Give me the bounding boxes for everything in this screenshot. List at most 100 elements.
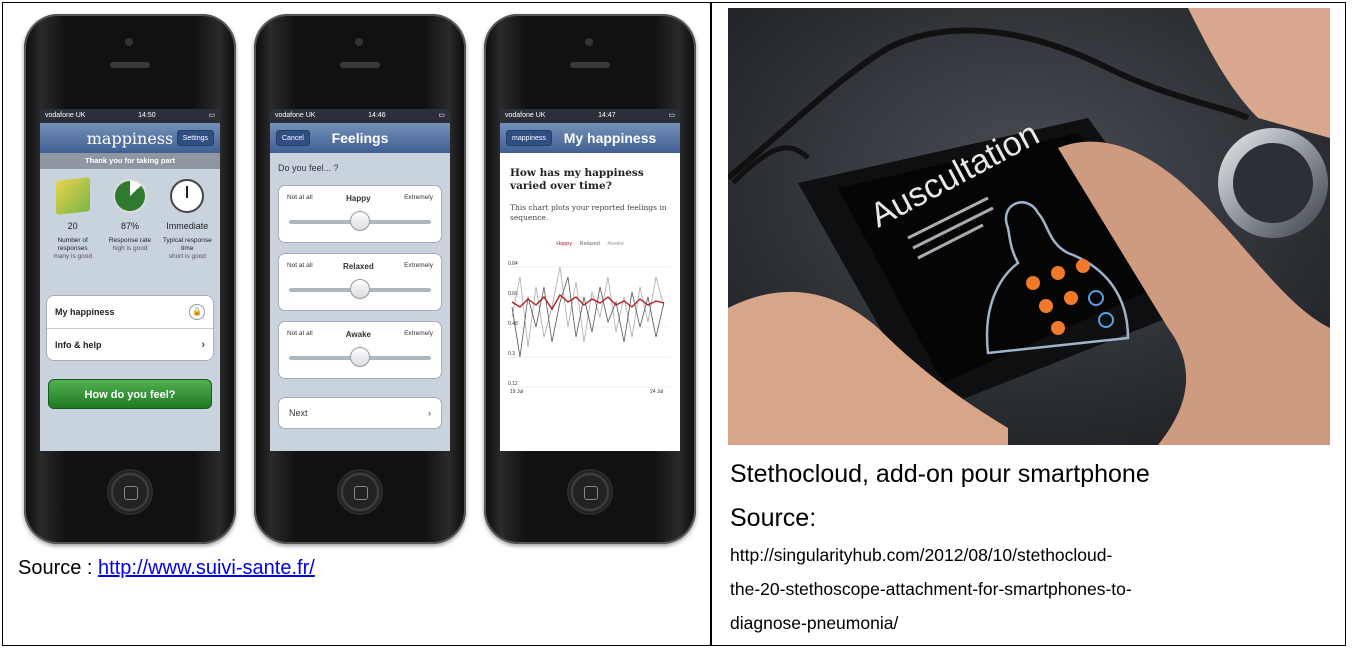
slider-relaxed: Not at all Relaxed Extremely [278,253,442,311]
stat-label: Number of responses [57,237,88,252]
nav-bar: mappiness Settings [40,123,220,153]
phone-mappiness-home: vodafone UK 14:50 ▭ mappiness Settings T… [24,14,236,544]
y-tick: 0.84 [508,261,518,267]
stat-label: Response rate [108,237,152,244]
nav-bar: Cancel Feelings [270,123,450,153]
source-link[interactable]: http://www.suivi-sante.fr/ [98,557,315,579]
stethocloud-photo: Auscultation [728,8,1330,445]
menu-item-my-happiness[interactable]: My happiness 🔒 [47,296,213,328]
status-bar: vodafone UK 14:46 ▭ [270,109,450,123]
home-button [567,469,613,515]
screen-title: My happiness [563,130,657,146]
stat-value: 20 [67,221,78,231]
slider-awake: Not at all Awake Extremely [278,321,442,379]
speaker [340,62,380,68]
slider-happy: Not at all Happy Extremely [278,185,442,243]
status-bar: vodafone UK 14:50 ▭ [40,109,220,123]
status-carrier: vodafone UK [275,112,316,119]
camera [585,38,593,46]
mappiness-phones-photo: vodafone UK 14:50 ▭ mappiness Settings T… [18,8,698,548]
phone-screen: vodafone UK 14:46 ▭ Cancel Feelings Do y… [270,109,450,451]
camera [355,38,363,46]
happiness-chart: 0.84 0.66 0.48 0.3 0.12 19 Jul 24 Jul [508,261,670,395]
menu-item-label: My happiness [55,307,115,317]
phone-screen: vodafone UK 14:47 ▭ mappiness My happine… [500,109,680,451]
caption-title: Stethocloud, add-on pour smartphone [730,460,1150,488]
slider-knob[interactable] [350,211,370,231]
caption-source-label: Source: [730,504,817,532]
source-url-line: diagnose-pneumonia/ [730,613,899,633]
phone-screen: vodafone UK 14:50 ▭ mappiness Settings T… [40,109,220,451]
status-carrier: vodafone UK [505,112,546,119]
battery-icon: ▭ [668,112,675,119]
series-awake [511,266,665,348]
slider-max-label: Extremely [404,194,433,201]
stat-value: 87% [120,221,139,231]
cancel-button[interactable]: Cancel [276,130,310,146]
status-carrier: vodafone UK [45,112,86,119]
status-time: 14:50 [138,112,156,119]
speaker [570,62,610,68]
battery-icon: ▭ [208,112,215,119]
slider-knob[interactable] [350,347,370,367]
back-button[interactable]: mappiness [506,130,552,146]
clock-icon [170,179,205,213]
phone-feelings: vodafone UK 14:46 ▭ Cancel Feelings Do y… [254,14,466,544]
slider-max-label: Extremely [404,330,433,337]
settings-button[interactable]: Settings [176,130,214,146]
how-do-you-feel-button[interactable]: How do you feel? [48,379,212,409]
slider-min-label: Not at all [287,330,313,337]
camera [125,38,133,46]
nav-bar: mappiness My happiness [500,123,680,153]
slider-min-label: Not at all [287,194,313,201]
app-title: mappiness [86,128,174,148]
next-label: Next [289,408,308,418]
cell-divider [710,3,712,645]
stat-label: Typical response time [162,237,212,252]
battery-icon: ▭ [438,112,445,119]
slider-name: Awake [345,330,371,339]
chevron-right-icon: › [201,338,205,351]
menu-item-info-help[interactable]: Info & help › [47,328,213,360]
status-bar: vodafone UK 14:47 ▭ [500,109,680,123]
source-url-line: http://singularityhub.com/2012/08/10/ste… [730,545,1113,565]
stat-sub: high is good [112,245,148,252]
y-tick: 0.48 [508,321,518,327]
chart-description: This chart plots your reported feelings … [510,203,667,222]
slider-max-label: Extremely [404,262,433,269]
x-tick-start: 19 Jul [510,389,523,395]
slider-name: Happy [346,194,371,203]
chart-heading: How has my happiness varied over time? [510,167,644,192]
slider-min-label: Not at all [287,262,313,269]
slider-knob[interactable] [350,279,370,299]
y-tick: 0.12 [508,381,518,387]
x-tick-end: 24 Jul [650,389,663,395]
speaker [110,62,150,68]
pie-icon [112,179,147,213]
chevron-right-icon: › [428,408,431,418]
status-time: 14:47 [598,112,616,119]
phone-my-happiness: vodafone UK 14:47 ▭ mappiness My happine… [484,14,696,544]
stats-row: 20 Number of responses many is good 87% … [40,169,220,289]
next-button[interactable]: Next › [278,397,442,429]
source-url-line: the-20-stethoscope-attachment-for-smartp… [730,579,1132,599]
screen-title: Feelings [331,130,389,146]
stat-sub: many is good [53,253,92,260]
slider-name: Relaxed [343,262,374,271]
menu-item-label: Info & help [55,339,102,350]
stat-response-time: Immediate Typical response time short is… [160,179,214,289]
lock-icon: 🔒 [189,304,205,320]
thank-you-banner: Thank you for taking part [40,153,220,169]
map-icon [55,177,90,215]
stethocloud-illustration: Auscultation [728,8,1330,445]
home-button [337,469,383,515]
stat-response-rate: 87% Response rate high is good [103,179,157,289]
left-source-caption: Source : http://www.suivi-sante.fr/ [18,557,315,580]
stat-sub: short is good [168,253,206,260]
y-tick: 0.3 [508,351,515,357]
stat-value: Immediate [166,221,209,231]
menu-list: My happiness 🔒 Info & help › [46,295,214,361]
status-time: 14:46 [368,112,386,119]
home-button [107,469,153,515]
stat-responses: 20 Number of responses many is good [46,177,100,289]
